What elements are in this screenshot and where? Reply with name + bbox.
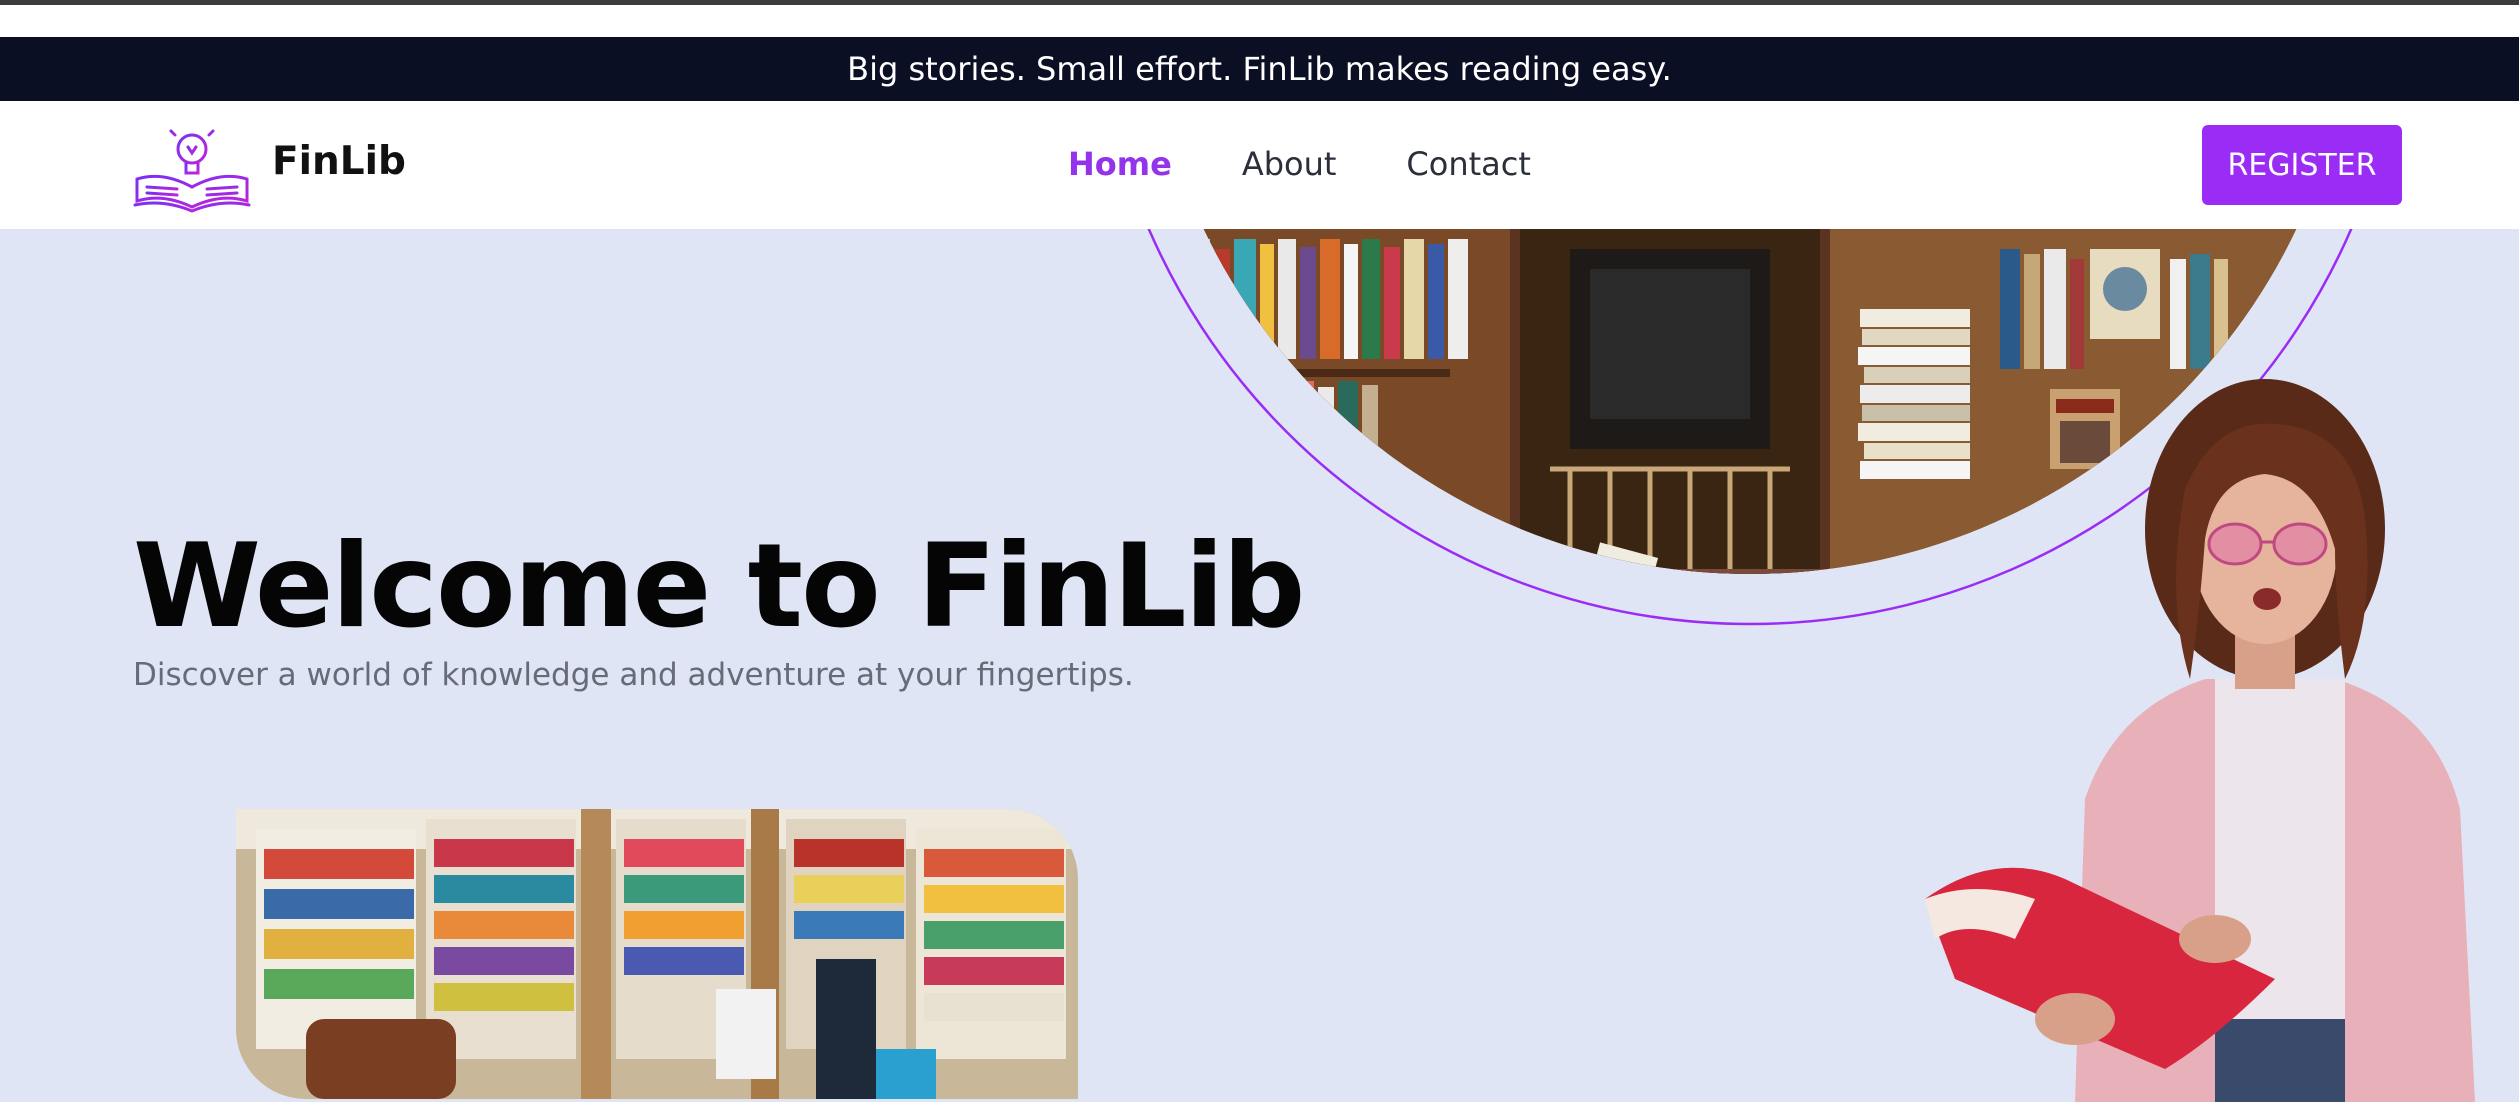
bookstore-interior-image — [236, 809, 1078, 1099]
nav-link-contact[interactable]: Contact — [1406, 145, 1531, 183]
brand-name[interactable]: FinLib — [272, 139, 406, 184]
navbar: FinLib Home About Contact REGISTER — [0, 101, 2519, 229]
register-button[interactable]: REGISTER — [2202, 125, 2402, 205]
lightbulb-book-icon[interactable] — [133, 119, 251, 213]
hero-section: Welcome to FinLib Discover a world of kn… — [0, 229, 2519, 1102]
hero-subtitle: Discover a world of knowledge and advent… — [133, 657, 1134, 693]
announcement-bar: Big stories. Small effort. FinLib makes … — [0, 37, 2519, 101]
woman-reading-image — [1925, 379, 2475, 1102]
nav-link-about[interactable]: About — [1242, 145, 1337, 183]
announcement-text: Big stories. Small effort. FinLib makes … — [847, 50, 1672, 88]
hero-title: Welcome to FinLib — [133, 519, 1305, 654]
main-nav: Home About Contact — [1068, 145, 1601, 183]
top-gap — [0, 5, 2519, 37]
nav-link-home[interactable]: Home — [1068, 145, 1172, 183]
